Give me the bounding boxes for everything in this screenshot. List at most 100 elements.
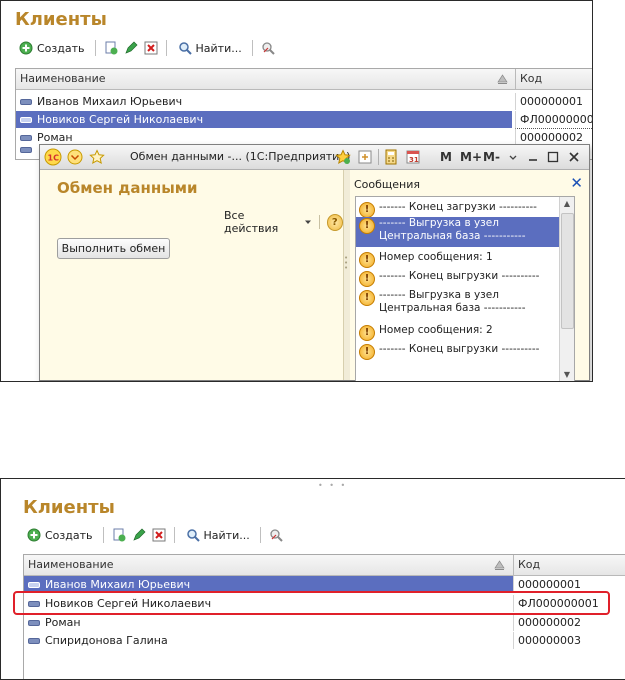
page-title: Клиенты: [15, 9, 107, 30]
dialog-title: Обмен данными -... (1С:Предприятие): [130, 150, 351, 163]
help-button[interactable]: ?: [326, 213, 343, 231]
delete-icon[interactable]: [143, 40, 159, 56]
create-button[interactable]: Создать: [15, 39, 88, 57]
messages-panel: Сообщения ✕ ! ------- Конец загрузки ---…: [350, 170, 589, 381]
execute-exchange-button[interactable]: Выполнить обмен: [57, 238, 170, 259]
chevron-down-icon[interactable]: [504, 148, 522, 166]
item-icon: [20, 116, 32, 123]
toolbar-separator: [173, 527, 175, 543]
table-row[interactable]: Иванов Михаил Юрьевич 000000001: [16, 93, 592, 110]
message-item[interactable]: ! Номер сообщения: 2: [356, 324, 562, 341]
column-code-label: Код: [520, 72, 543, 85]
star-favorite-icon[interactable]: [88, 148, 106, 166]
message-text: ------- Конец выгрузки ----------: [379, 270, 540, 282]
message-item[interactable]: ! Номер сообщения: 1: [356, 251, 562, 268]
delete-icon[interactable]: [151, 527, 167, 543]
magnifier-icon: [177, 40, 193, 56]
highlight-annotation: [13, 591, 610, 615]
dropdown-menu-icon[interactable]: [66, 148, 84, 166]
memory-button-m[interactable]: M: [440, 145, 452, 169]
messages-scrollbar[interactable]: ▲ ▼: [559, 197, 574, 381]
maximize-icon[interactable]: [544, 148, 562, 166]
copy-icon[interactable]: [111, 527, 127, 543]
cancel-search-icon[interactable]: [260, 40, 276, 56]
item-icon: [28, 619, 40, 626]
find-button[interactable]: Найти...: [182, 526, 253, 544]
warning-icon: !: [359, 344, 375, 360]
item-icon: [20, 147, 32, 153]
message-item[interactable]: ! ------- Выгрузка в узел Центральная баз…: [356, 289, 562, 319]
form-heading: Обмен данными: [57, 179, 198, 197]
warning-icon: !: [359, 271, 375, 287]
column-header-name[interactable]: Наименование: [16, 69, 515, 89]
dropdown-arrow-icon: [304, 216, 312, 229]
titlebar-separator: [378, 149, 379, 165]
column-code-label: Код: [518, 558, 541, 571]
all-actions-menu[interactable]: Все действия ?: [224, 209, 343, 235]
row-name: Иванов Михаил Юрьевич: [37, 95, 183, 108]
message-text: ------- Выгрузка в узел Центральная база …: [379, 217, 526, 242]
sort-icon[interactable]: [497, 73, 508, 87]
table-row-selected[interactable]: Новиков Сергей Николаевич: [16, 111, 512, 128]
create-label: Создать: [37, 41, 85, 55]
minimize-icon[interactable]: [524, 148, 542, 166]
warning-icon: !: [359, 202, 375, 218]
panel-grip-icon: • • •: [318, 481, 348, 490]
message-item[interactable]: ! ------- Конец загрузки ----------: [356, 201, 562, 218]
message-item[interactable]: ! ------- Конец выгрузки ----------: [356, 270, 562, 287]
column-header-name[interactable]: Наименование: [24, 555, 516, 575]
svg-text:1С: 1С: [48, 154, 60, 163]
message-text: ------- Конец загрузки ----------: [379, 201, 537, 213]
row-name: Роман: [45, 616, 81, 629]
toolbar: Создать Найти...: [23, 525, 284, 545]
plus-circle-icon: [26, 527, 42, 543]
copy-icon[interactable]: [103, 40, 119, 56]
memory-button-mminus[interactable]: M-: [483, 145, 500, 169]
favorites-add-icon[interactable]: [334, 148, 352, 166]
create-label: Создать: [45, 528, 93, 542]
row-name: Спиридонова Галина: [45, 634, 168, 647]
pencil-icon[interactable]: [131, 527, 147, 543]
dialog-titlebar[interactable]: 1С Обмен данными -... (1С:Предприятие) 3…: [40, 145, 589, 170]
messages-close-icon[interactable]: ✕: [570, 174, 583, 192]
row-code: 000000003: [513, 632, 625, 649]
close-icon[interactable]: [565, 148, 583, 166]
row-code: 000000001: [515, 93, 592, 110]
separator: [318, 215, 320, 229]
clients-table: Наименование Код Иванов Михаил Юрьевич 0…: [23, 554, 625, 679]
toolbar-separator: [259, 527, 261, 543]
calendar-icon[interactable]: 31: [404, 148, 422, 166]
message-text: Номер сообщения: 1: [379, 251, 493, 263]
calculator-icon[interactable]: [382, 148, 400, 166]
memory-button-mplus[interactable]: M+: [460, 145, 482, 169]
message-text: Номер сообщения: 2: [379, 324, 493, 336]
column-header-code[interactable]: Код: [515, 69, 592, 89]
link-icon[interactable]: [356, 148, 374, 166]
toolbar-separator: [251, 40, 253, 56]
toolbar-separator: [102, 527, 104, 543]
table-row[interactable]: Роман 000000002: [24, 614, 625, 631]
scroll-down-icon[interactable]: ▼: [560, 368, 574, 381]
row-name: Новиков Сергей Николаевич: [37, 113, 204, 126]
1c-logo-icon[interactable]: 1С: [44, 148, 62, 166]
cancel-search-icon[interactable]: [268, 527, 284, 543]
row-code-cell[interactable]: ФЛ00000000: [515, 111, 592, 129]
sort-icon[interactable]: [494, 559, 505, 573]
column-header-code[interactable]: Код: [513, 555, 625, 575]
svg-text:31: 31: [409, 156, 419, 164]
all-actions-label: Все действия: [224, 209, 279, 235]
message-item-selected[interactable]: ! ------- Выгрузка в узел Центральная баз…: [356, 217, 562, 247]
plus-circle-icon: [18, 40, 34, 56]
toolbar: Создать Найти...: [15, 38, 276, 58]
message-item[interactable]: ! ------- Конец выгрузки ----------: [356, 343, 562, 360]
find-button[interactable]: Найти...: [174, 39, 245, 57]
scroll-up-icon[interactable]: ▲: [560, 197, 574, 211]
pencil-icon[interactable]: [123, 40, 139, 56]
scroll-thumb[interactable]: [561, 213, 574, 329]
messages-list[interactable]: ! ------- Конец загрузки ---------- ! --…: [355, 196, 575, 381]
warning-icon: !: [359, 252, 375, 268]
table-row[interactable]: Спиридонова Галина 000000003: [24, 632, 625, 649]
magnifier-icon: [185, 527, 201, 543]
create-button[interactable]: Создать: [23, 526, 96, 544]
message-text: ------- Выгрузка в узел Центральная база …: [379, 289, 526, 314]
